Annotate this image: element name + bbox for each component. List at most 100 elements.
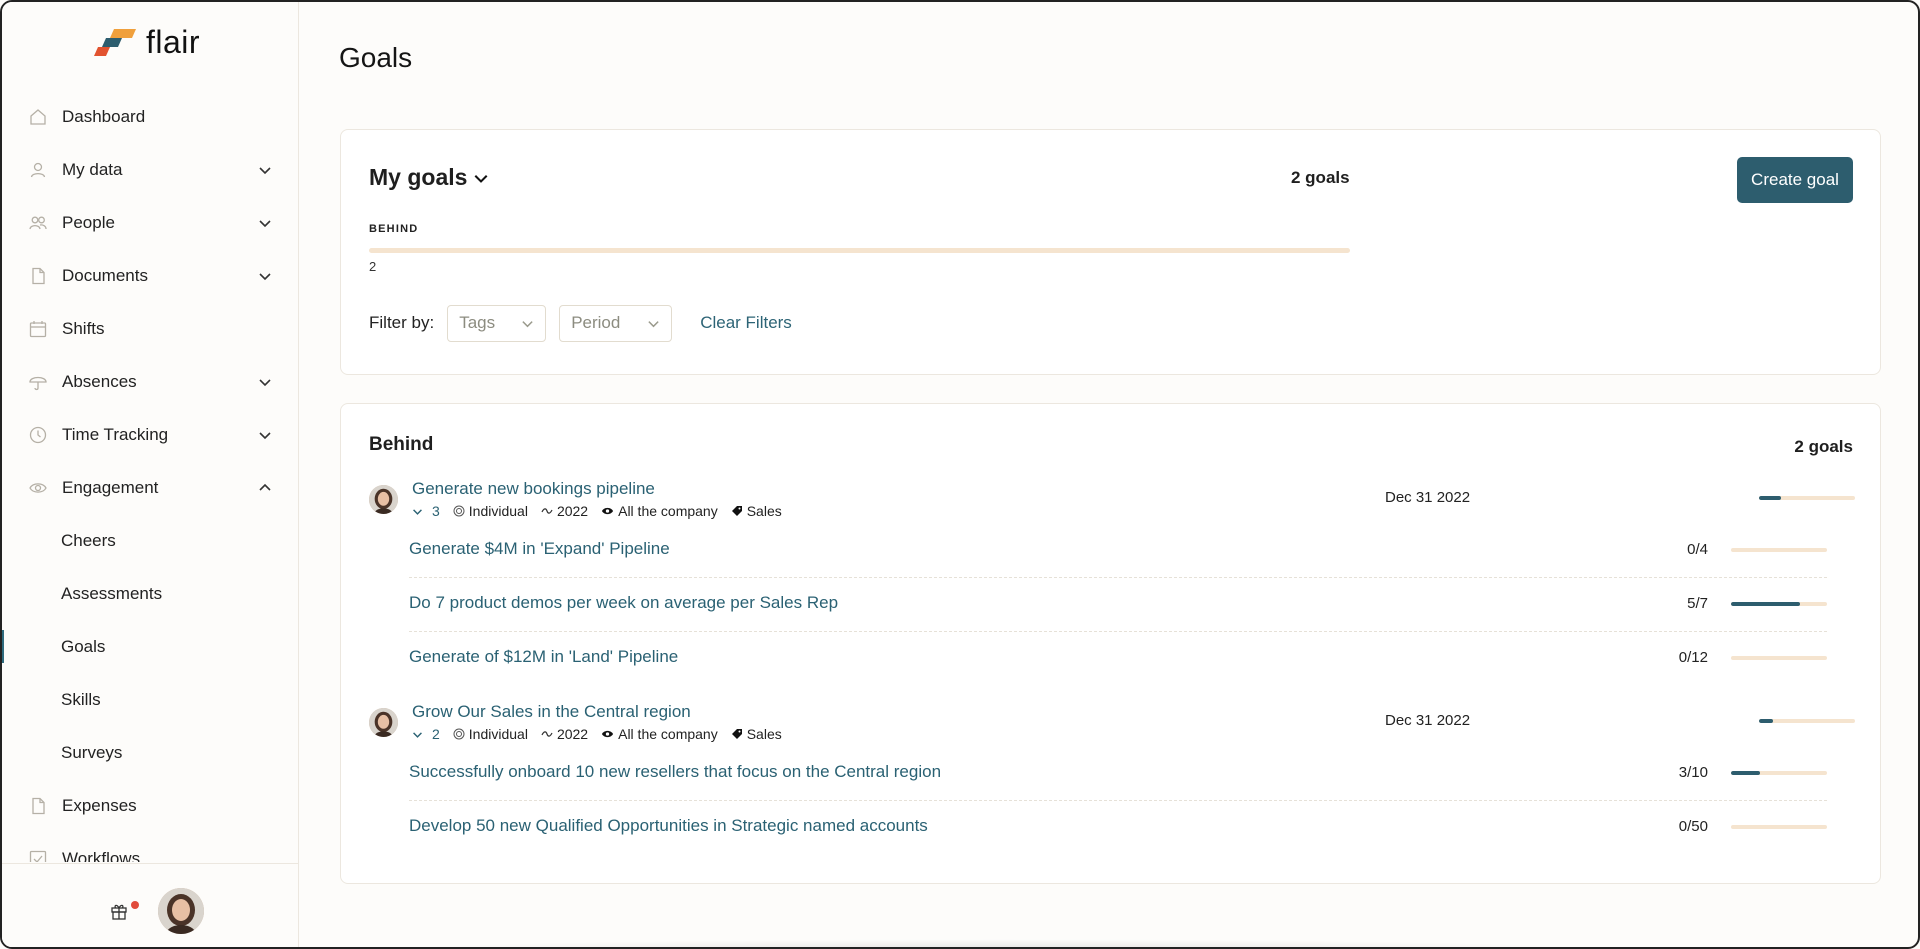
clock-icon — [28, 425, 48, 445]
clear-filters-link[interactable]: Clear Filters — [700, 313, 792, 333]
goal-type-label: Individual — [468, 503, 528, 519]
my-goals-card: My goals 2 goals Create goal BEHIND 2 Fi… — [340, 129, 1881, 375]
goal-tag-label: Sales — [746, 503, 782, 519]
key-result-title[interactable]: Generate of $12M in 'Land' Pipeline — [409, 647, 678, 667]
wave-icon — [541, 731, 553, 737]
sidebar: flair Dashboard My data People Documents… — [2, 2, 299, 947]
sidebar-item-surveys[interactable]: Surveys — [2, 726, 298, 779]
sidebar-item-dashboard[interactable]: Dashboard — [2, 90, 298, 143]
goal-visibility: All the company — [601, 726, 718, 742]
chevron-down-icon — [259, 219, 271, 227]
sidebar-item-skills[interactable]: Skills — [2, 673, 298, 726]
chevron-down-icon — [474, 174, 488, 183]
status-bar — [369, 248, 1350, 253]
brand-logo[interactable]: flair — [92, 24, 200, 60]
tag-icon — [731, 506, 742, 516]
sidebar-item-workflows[interactable]: Workflows — [2, 832, 298, 862]
sidebar-item-documents[interactable]: Documents — [2, 249, 298, 302]
key-result-row[interactable]: Successfully onboard 10 new resellers th… — [409, 747, 1827, 801]
goal-due-date: Dec 31 2022 — [1385, 712, 1471, 729]
goal-type: Individual — [453, 726, 528, 742]
filter-row: Filter by: Tags Period Clear Filters — [369, 304, 792, 342]
key-result-title[interactable]: Generate $4M in 'Expand' Pipeline — [409, 539, 670, 559]
sidebar-item-goals[interactable]: Goals — [2, 620, 298, 673]
key-result-value: 0/12 — [1678, 649, 1708, 666]
period-filter[interactable]: Period — [559, 304, 673, 342]
goal-row[interactable]: Grow Our Sales in the Central region 2 I… — [369, 702, 1855, 742]
chevron-down-icon — [259, 431, 271, 439]
key-result-title[interactable]: Do 7 product demos per week on average p… — [409, 593, 838, 613]
section-title: Behind — [369, 434, 434, 455]
goal-progress-bar — [1759, 496, 1855, 500]
app-window: flair Dashboard My data People Documents… — [0, 0, 1920, 949]
goals-count: 2 goals — [1291, 168, 1350, 187]
sidebar-item-label: Documents — [62, 265, 148, 285]
sidebar-item-people[interactable]: People — [2, 196, 298, 249]
sidebar-item-cheers[interactable]: Cheers — [2, 514, 298, 567]
goal-period-label: 2022 — [556, 503, 589, 519]
goal-tag-label: Sales — [746, 726, 782, 742]
create-goal-button[interactable]: Create goal — [1737, 157, 1853, 203]
sidebar-item-label: Goals — [61, 636, 106, 656]
sidebar-item-label: Time Tracking — [62, 424, 169, 444]
goal-title-link[interactable]: Generate new bookings pipeline — [412, 479, 655, 499]
user-avatar[interactable] — [158, 888, 204, 934]
flair-logo-icon — [92, 27, 138, 57]
sidebar-item-my-data[interactable]: My data — [2, 143, 298, 196]
goal-tag: Sales — [731, 503, 782, 519]
goal-tag: Sales — [731, 726, 782, 742]
tags-filter[interactable]: Tags — [447, 304, 547, 342]
key-result-value: 0/50 — [1678, 818, 1708, 835]
sidebar-item-assessments[interactable]: Assessments — [2, 567, 298, 620]
eye-icon — [602, 507, 614, 515]
sidebar-item-label: Skills — [61, 689, 101, 709]
subgoals-toggle[interactable]: 2 — [412, 726, 440, 742]
progress-fill — [1731, 771, 1760, 775]
scroll-shadow — [380, 939, 1618, 947]
goal-progress-bar — [1759, 719, 1855, 723]
user-icon — [28, 160, 48, 180]
my-goals-title: My goals — [369, 164, 468, 190]
chevron-down-icon — [259, 166, 271, 174]
sidebar-footer — [2, 863, 298, 947]
sidebar-item-shifts[interactable]: Shifts — [2, 302, 298, 355]
umbrella-icon — [28, 372, 48, 392]
key-result-progress-bar — [1731, 548, 1827, 552]
sidebar-item-time-tracking[interactable]: Time Tracking — [2, 408, 298, 461]
sidebar-item-expenses[interactable]: Expenses — [2, 779, 298, 832]
sidebar-item-absences[interactable]: Absences — [2, 355, 298, 408]
key-result-title[interactable]: Develop 50 new Qualified Opportunities i… — [409, 816, 928, 836]
sidebar-item-label: Dashboard — [62, 106, 146, 126]
status-count: 2 — [369, 259, 377, 274]
sidebar-item-label: Cheers — [61, 530, 116, 550]
goal-type: Individual — [453, 503, 528, 519]
sidebar-item-label: Engagement — [62, 477, 159, 497]
goal-period: 2022 — [541, 726, 588, 742]
key-result-row[interactable]: Generate of $12M in 'Land' Pipeline 0/12 — [409, 632, 1827, 686]
goal-title-link[interactable]: Grow Our Sales in the Central region — [412, 702, 691, 722]
chevron-down-icon — [413, 508, 422, 515]
key-result-row[interactable]: Do 7 product demos per week on average p… — [409, 578, 1827, 632]
sidebar-item-label: Shifts — [62, 318, 105, 338]
key-result-progress-bar — [1731, 602, 1827, 606]
goal-period-label: 2022 — [556, 726, 589, 742]
key-result-title[interactable]: Successfully onboard 10 new resellers th… — [409, 762, 941, 782]
main-content: Goals My goals 2 goals Create goal BEHIN… — [300, 2, 1918, 947]
gift-icon[interactable] — [110, 902, 128, 920]
key-result-row[interactable]: Generate $4M in 'Expand' Pipeline 0/4 — [409, 524, 1827, 578]
goal-row[interactable]: Generate new bookings pipeline 3 Individ… — [369, 479, 1855, 519]
chevron-down-icon — [522, 320, 533, 327]
progress-fill — [1759, 496, 1782, 500]
sidebar-item-label: Surveys — [61, 742, 123, 762]
subgoals-toggle[interactable]: 3 — [412, 503, 440, 519]
my-goals-dropdown[interactable]: My goals — [369, 164, 489, 191]
goal-owner-avatar — [369, 708, 398, 737]
tag-icon — [731, 729, 742, 739]
goal-type-label: Individual — [468, 726, 528, 742]
checkbox-icon — [28, 849, 48, 862]
eye-icon — [602, 730, 614, 738]
key-result-row[interactable]: Develop 50 new Qualified Opportunities i… — [409, 801, 1827, 855]
page-title: Goals — [339, 42, 413, 73]
sidebar-item-engagement[interactable]: Engagement — [2, 461, 298, 514]
tags-placeholder: Tags — [459, 313, 496, 332]
